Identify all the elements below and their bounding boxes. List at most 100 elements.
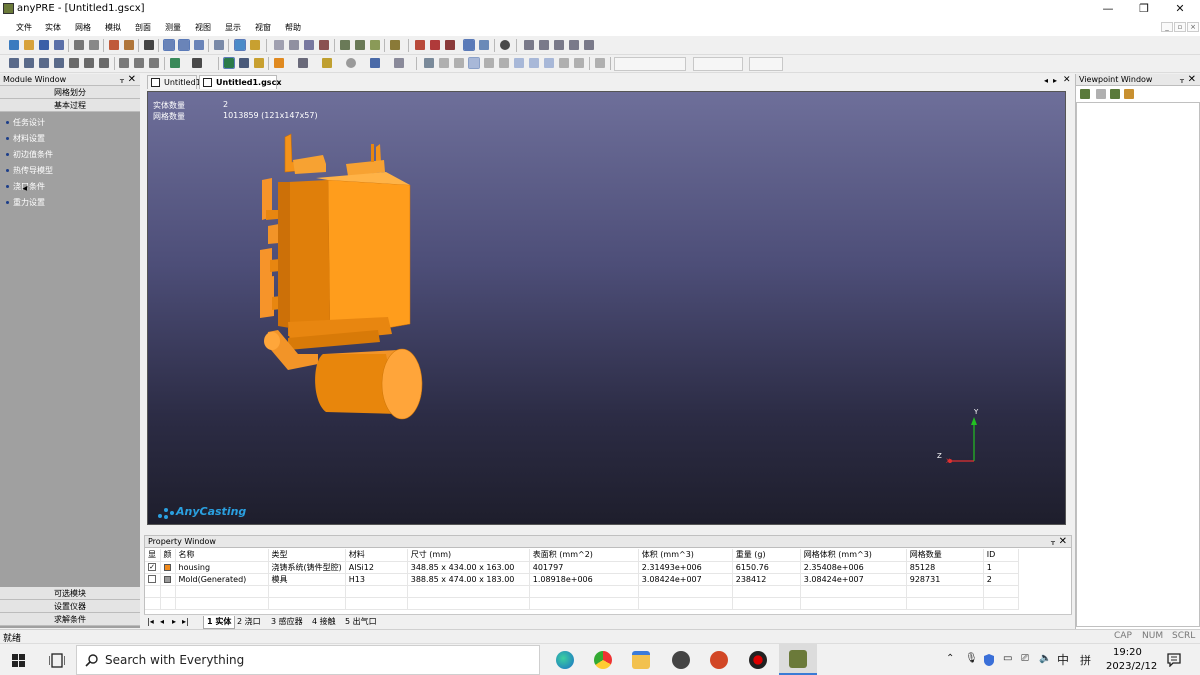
- wireframe-icon[interactable]: [239, 58, 249, 68]
- col-type[interactable]: 类型: [268, 549, 346, 562]
- mirror-icon[interactable]: [454, 58, 464, 68]
- pin-icon[interactable]: ᚁ: [1051, 536, 1055, 548]
- shield-icon[interactable]: [983, 653, 995, 667]
- section-plane-icon[interactable]: [514, 58, 524, 68]
- tab-gate[interactable]: 2 浇口: [237, 616, 261, 628]
- chrome-icon[interactable]: [594, 651, 612, 669]
- col-mesh-count[interactable]: 网格数量: [906, 549, 984, 562]
- mdi-restore-button[interactable]: ▫: [1174, 22, 1186, 32]
- windows-start-icon[interactable]: [12, 654, 25, 667]
- powerpoint-icon[interactable]: [710, 651, 728, 669]
- save-viewpoint-icon[interactable]: [1124, 89, 1134, 99]
- optional-module-button[interactable]: 可选模块: [0, 587, 140, 600]
- cube-back-icon[interactable]: [298, 58, 308, 68]
- window-icon[interactable]: [214, 40, 224, 50]
- target-icon[interactable]: [500, 40, 510, 50]
- zoom-window-icon[interactable]: [39, 58, 49, 68]
- eye-icon[interactable]: [192, 58, 202, 68]
- section-y-icon[interactable]: [484, 58, 494, 68]
- close-icon[interactable]: ✕: [1059, 536, 1067, 548]
- grid-fine-icon[interactable]: [355, 40, 365, 50]
- volume-icon[interactable]: 🔈: [1039, 653, 1051, 664]
- ime-pinyin[interactable]: 拼: [1080, 652, 1091, 668]
- menu-simulate[interactable]: 模拟: [105, 19, 121, 33]
- menu-solid[interactable]: 实体: [45, 19, 61, 33]
- tab-close-icon[interactable]: ✕: [1063, 75, 1071, 85]
- close-icon[interactable]: ✕: [1188, 74, 1196, 86]
- section-step-field[interactable]: [693, 57, 743, 71]
- clock-time[interactable]: 19:20: [1113, 647, 1142, 658]
- file-explorer-icon[interactable]: [632, 651, 650, 669]
- section-off-icon[interactable]: [559, 58, 569, 68]
- clip-icon[interactable]: [370, 58, 380, 68]
- properties-icon[interactable]: [304, 40, 314, 50]
- zoom-out-icon[interactable]: [24, 58, 34, 68]
- cube-top-icon[interactable]: [322, 58, 332, 68]
- col-id[interactable]: ID: [983, 549, 1019, 562]
- tab-sensor[interactable]: 3 感应器: [271, 616, 303, 628]
- menu-mesh[interactable]: 网格: [75, 19, 91, 33]
- print-icon[interactable]: [74, 40, 84, 50]
- shown-checkbox[interactable]: ✓: [148, 563, 156, 571]
- section-box-icon[interactable]: [529, 58, 539, 68]
- edge-icon[interactable]: [556, 651, 574, 669]
- section-value-field[interactable]: [749, 57, 783, 71]
- module-item-material[interactable]: 材料设置: [0, 131, 140, 147]
- fit-view-icon[interactable]: [234, 39, 246, 51]
- save-icon[interactable]: [39, 40, 49, 50]
- module-item-gate-condition[interactable]: 浇口条件: [0, 179, 140, 195]
- maximize-button[interactable]: ❐: [1126, 0, 1162, 19]
- tab-untitled1-gscx[interactable]: Untitled1.gscx: [199, 75, 281, 89]
- recorder-icon[interactable]: [749, 651, 767, 669]
- shaded-icon[interactable]: [223, 57, 235, 69]
- measure-line-icon[interactable]: [539, 40, 549, 50]
- pan-icon[interactable]: [69, 58, 79, 68]
- menu-view[interactable]: 视图: [195, 19, 211, 33]
- col-area[interactable]: 表面积 (mm^2): [529, 549, 639, 562]
- close-icon[interactable]: ✕: [128, 74, 136, 86]
- col-name[interactable]: 名称: [175, 549, 269, 562]
- next-tab-icon[interactable]: ▸: [172, 616, 176, 628]
- tab-solid[interactable]: 1 实体: [203, 616, 236, 629]
- microphone-icon[interactable]: 🎙: [965, 653, 978, 664]
- anypre-taskbar-item[interactable]: [779, 644, 817, 675]
- 3d-viewport[interactable]: 实体数量 2 网格数量 1013859 (121x147x57) Y Z X A…: [147, 91, 1066, 525]
- zoom-in-icon[interactable]: [9, 58, 19, 68]
- col-material[interactable]: 材料: [345, 549, 408, 562]
- prev-tab-icon[interactable]: ◂: [160, 616, 164, 628]
- col-weight[interactable]: 重量 (g): [732, 549, 801, 562]
- import-icon[interactable]: [109, 40, 119, 50]
- refresh-view-icon[interactable]: [99, 58, 109, 68]
- add-viewpoint-icon[interactable]: [1080, 89, 1090, 99]
- close-button[interactable]: ✕: [1162, 0, 1198, 19]
- section-position-field[interactable]: [614, 57, 686, 71]
- flip-icon[interactable]: [595, 58, 605, 68]
- first-tab-icon[interactable]: |◂: [147, 616, 154, 628]
- section-x-icon[interactable]: [468, 57, 480, 69]
- layout-quad-icon[interactable]: [194, 40, 204, 50]
- run-icon[interactable]: [390, 40, 400, 50]
- grid-icon[interactable]: [340, 40, 350, 50]
- menu-section[interactable]: 剖面: [135, 19, 151, 33]
- rotate-x-icon[interactable]: [119, 58, 129, 68]
- battery-icon[interactable]: ▭: [1003, 653, 1012, 664]
- mesh-icon[interactable]: [370, 40, 380, 50]
- basic-process-button[interactable]: 基本过程: [0, 99, 140, 112]
- col-size[interactable]: 尺寸 (mm): [407, 549, 530, 562]
- transform-icon[interactable]: [424, 58, 434, 68]
- layout-split-icon[interactable]: [178, 39, 190, 51]
- housing-model[interactable]: [260, 133, 423, 420]
- color-swatch[interactable]: [163, 575, 171, 583]
- col-mesh-volume[interactable]: 网格体积 (mm^3): [800, 549, 907, 562]
- mdi-minimize-button[interactable]: _: [1161, 22, 1173, 32]
- col-shown[interactable]: 显: [145, 549, 161, 562]
- clock-date[interactable]: 2023/2/12: [1106, 661, 1157, 672]
- module-item-gravity[interactable]: 重力设置: [0, 195, 140, 211]
- rotate-icon[interactable]: [84, 58, 94, 68]
- set-instrument-button[interactable]: 设置仪器: [0, 600, 140, 613]
- module-item-heat-transfer[interactable]: 热传导模型: [0, 163, 140, 179]
- shown-checkbox[interactable]: [148, 575, 156, 583]
- settings-gear-icon[interactable]: [672, 651, 690, 669]
- network-icon[interactable]: ⎚: [1021, 653, 1029, 664]
- rotate-y-icon[interactable]: [134, 58, 144, 68]
